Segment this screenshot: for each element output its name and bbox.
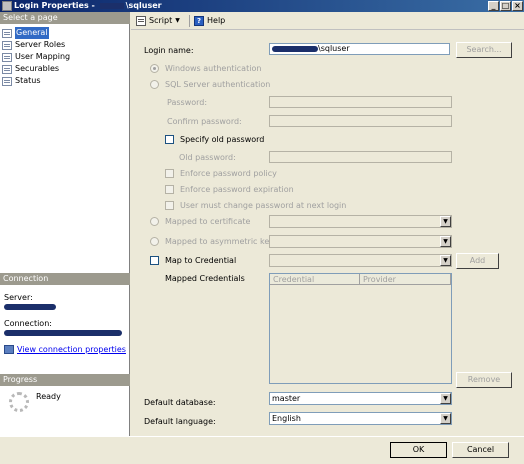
enforce-expiration-label: Enforce password expiration — [180, 185, 294, 194]
page-item-status[interactable]: Status — [2, 75, 70, 87]
toolbar: Script ▼ ? Help — [131, 12, 524, 30]
connection-label: Connection: — [4, 319, 52, 328]
page-list: General Server Roles User Mapping Secura… — [2, 27, 70, 87]
login-name-field[interactable]: \sqluser — [269, 43, 450, 55]
old-password-field[interactable] — [269, 151, 452, 163]
enforce-policy-label: Enforce password policy — [180, 169, 277, 178]
must-change-label: User must change password at next login — [180, 201, 347, 210]
windows-auth-radio[interactable] — [150, 64, 159, 73]
script-button[interactable]: Script ▼ — [136, 15, 180, 27]
app-icon — [2, 1, 12, 11]
page-icon — [2, 52, 12, 62]
password-field[interactable] — [269, 96, 452, 108]
old-password-label: Old password: — [179, 153, 236, 162]
asymmetric-key-combo[interactable]: ▼ — [269, 235, 452, 248]
mapped-to-asym-key-label: Mapped to asymmetric key — [165, 237, 274, 246]
cancel-button[interactable]: Cancel — [452, 442, 509, 458]
connection-properties-icon — [4, 345, 14, 354]
server-value-redacted — [4, 303, 56, 312]
view-connection-properties-link[interactable]: View connection properties — [4, 345, 126, 354]
minimize-button[interactable]: _ — [488, 1, 499, 11]
toolbar-separator — [189, 15, 190, 27]
connection-value-redacted — [4, 329, 122, 338]
must-change-checkbox[interactable] — [165, 201, 174, 210]
window-title: Login Properties - \sqluser — [14, 1, 162, 10]
credential-combo[interactable]: ▼ — [269, 254, 452, 267]
progress-spinner-icon — [9, 392, 29, 412]
select-page-header: Select a page — [0, 12, 130, 24]
page-icon — [2, 40, 12, 50]
page-icon — [2, 76, 12, 86]
grid-column-credential[interactable]: Credential — [270, 274, 360, 285]
mapped-to-certificate-radio[interactable] — [150, 217, 159, 226]
mapped-to-certificate-label: Mapped to certificate — [165, 217, 251, 226]
server-label: Server: — [4, 293, 33, 302]
connection-header: Connection — [0, 273, 130, 285]
map-to-credential-checkbox[interactable] — [150, 256, 159, 265]
page-icon — [2, 64, 12, 74]
confirm-password-field[interactable] — [269, 115, 452, 127]
left-panel: Select a page General Server Roles User … — [0, 12, 130, 436]
dialog-footer: OK Cancel — [0, 436, 524, 464]
specify-old-password-label: Specify old password — [180, 135, 265, 144]
enforce-policy-checkbox[interactable] — [165, 169, 174, 178]
login-name-label: Login name: — [144, 46, 194, 55]
search-button[interactable]: Search... — [456, 42, 512, 58]
confirm-password-label: Confirm password: — [167, 117, 242, 126]
general-page: Login name: \sqluser Search... Windows a… — [131, 31, 524, 436]
title-bar[interactable]: Login Properties - \sqluser _ □ × — [0, 0, 524, 12]
close-button[interactable]: × — [512, 1, 523, 11]
grid-column-provider[interactable]: Provider — [360, 274, 451, 285]
help-icon: ? — [194, 16, 204, 26]
default-language-label: Default language: — [144, 417, 216, 426]
chevron-down-icon[interactable]: ▼ — [440, 236, 451, 247]
default-database-label: Default database: — [144, 398, 216, 407]
chevron-down-icon[interactable]: ▼ — [440, 393, 451, 404]
progress-status: Ready — [36, 392, 61, 401]
map-to-credential-label: Map to Credential — [165, 256, 237, 265]
add-credential-button[interactable]: Add — [456, 253, 499, 269]
progress-header: Progress — [0, 374, 130, 386]
page-item-server-roles[interactable]: Server Roles — [2, 39, 70, 51]
chevron-down-icon[interactable]: ▼ — [440, 216, 451, 227]
help-button[interactable]: ? Help — [194, 15, 225, 27]
mapped-credentials-label: Mapped Credentials — [165, 274, 245, 283]
sql-auth-radio[interactable] — [150, 80, 159, 89]
page-item-user-mapping[interactable]: User Mapping — [2, 51, 70, 63]
remove-credential-button[interactable]: Remove — [456, 372, 512, 388]
default-language-combo[interactable]: English ▼ — [269, 412, 452, 425]
redacted-domain — [272, 45, 318, 52]
specify-old-password-checkbox[interactable] — [165, 135, 174, 144]
ok-button[interactable]: OK — [390, 442, 447, 458]
login-properties-window: Login Properties - \sqluser _ □ × Select… — [0, 0, 524, 464]
page-item-securables[interactable]: Securables — [2, 63, 70, 75]
chevron-down-icon[interactable]: ▼ — [175, 15, 180, 27]
certificate-combo[interactable]: ▼ — [269, 215, 452, 228]
chevron-down-icon[interactable]: ▼ — [440, 413, 451, 424]
mapped-credentials-grid[interactable]: Credential Provider — [269, 273, 452, 384]
page-item-general[interactable]: General — [2, 27, 70, 39]
script-icon — [136, 16, 146, 26]
maximize-button[interactable]: □ — [500, 1, 511, 11]
enforce-expiration-checkbox[interactable] — [165, 185, 174, 194]
windows-auth-label: Windows authentication — [165, 64, 262, 73]
sql-auth-label: SQL Server authentication — [165, 80, 271, 89]
mapped-to-asym-key-radio[interactable] — [150, 237, 159, 246]
default-database-combo[interactable]: master ▼ — [269, 392, 452, 405]
chevron-down-icon[interactable]: ▼ — [440, 255, 451, 266]
redacted-server-name — [99, 2, 124, 9]
password-label: Password: — [167, 98, 208, 107]
page-icon — [2, 28, 12, 38]
